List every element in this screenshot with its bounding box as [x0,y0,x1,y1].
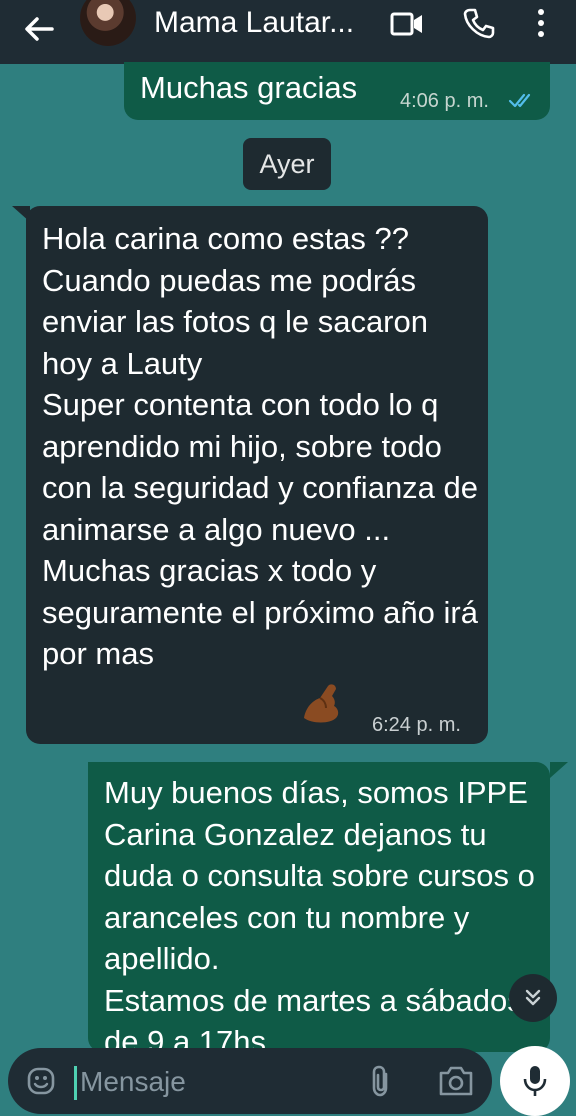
message-composer [8,1048,492,1114]
avatar[interactable] [80,0,136,46]
outgoing-message[interactable]: Muy buenos días, somos IPPE Carina Gonza… [88,762,550,1052]
flexed-biceps-emoji-icon [304,684,339,723]
emoji-sticker-icon[interactable] [26,1066,56,1096]
date-separator: Ayer [243,138,331,190]
camera-icon[interactable] [436,1064,476,1098]
message-text: Muy buenos días, somos IPPE Carina Gonza… [104,775,535,1052]
microphone-icon [523,1066,547,1096]
read-receipt-icon [508,93,531,108]
paperclip-icon[interactable] [366,1064,396,1098]
bubble-tail [550,762,568,778]
voice-message-button[interactable] [500,1046,570,1116]
contact-name[interactable]: Mama Lautar... [154,6,372,40]
message-text: Muchas gracias [140,70,358,105]
chat-header: Mama Lautar... [0,0,576,64]
phone-icon[interactable] [462,6,496,40]
video-call-icon[interactable] [390,10,424,38]
double-chevron-down-icon [525,989,541,1006]
message-text: Hola carina como estas ?? Cuando puedas … [42,221,479,671]
back-arrow-icon[interactable] [22,12,56,46]
outgoing-message[interactable]: Muchas gracias 4:06 p. m. [124,62,550,120]
message-time: 4:06 p. m. [400,90,489,112]
incoming-message[interactable]: Hola carina como estas ?? Cuando puedas … [26,206,488,744]
message-time: 6:24 p. m. [372,714,461,736]
more-vertical-icon[interactable] [530,6,552,40]
text-cursor [74,1066,77,1100]
message-input[interactable] [78,1060,352,1104]
scroll-to-bottom-button[interactable] [509,974,557,1022]
